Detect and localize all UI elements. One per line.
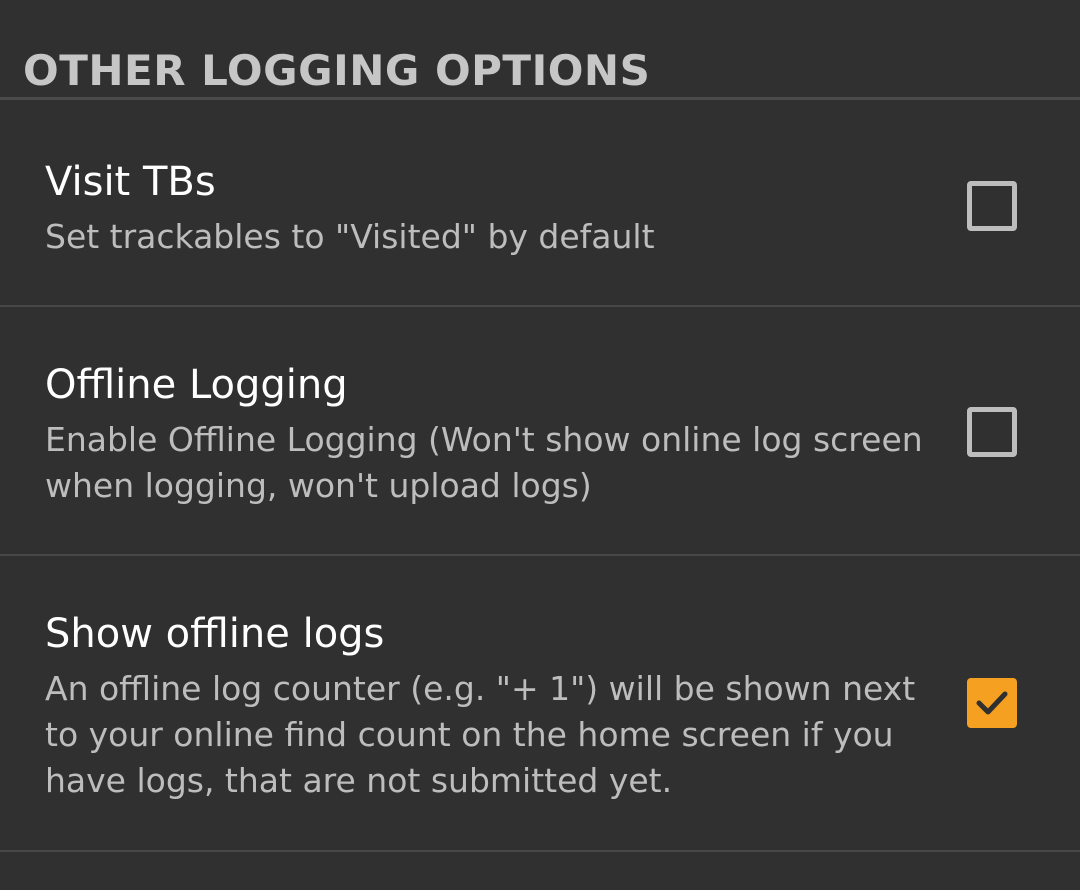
preference-summary: Enable Offline Logging (Won't show onlin… xyxy=(45,420,923,505)
visit-tbs-checkbox[interactable] xyxy=(967,181,1017,231)
offline-logging-checkbox[interactable] xyxy=(967,407,1017,457)
checkmark-icon xyxy=(976,691,1008,715)
preference-title: Show offline logs xyxy=(45,611,385,657)
preference-title: Visit TBs xyxy=(45,159,216,205)
preference-visit-tbs[interactable]: Visit TBs Set trackables to "Visited" by… xyxy=(0,100,1080,307)
show-offline-logs-checkbox[interactable] xyxy=(967,678,1017,728)
settings-screen: OTHER LOGGING OPTIONS Visit TBs Set trac… xyxy=(0,0,1080,890)
preference-title: Offline Logging xyxy=(45,362,348,408)
preference-show-offline-logs[interactable]: Show offline logs An offline log counter… xyxy=(0,556,1080,852)
section-title: OTHER LOGGING OPTIONS xyxy=(23,46,651,95)
preference-summary: Set trackables to "Visited" by default xyxy=(45,217,655,256)
preference-summary: An offline log counter (e.g. "+ 1") will… xyxy=(45,669,916,800)
preference-offline-logging[interactable]: Offline Logging Enable Offline Logging (… xyxy=(0,307,1080,556)
section-header: OTHER LOGGING OPTIONS xyxy=(0,0,1080,100)
